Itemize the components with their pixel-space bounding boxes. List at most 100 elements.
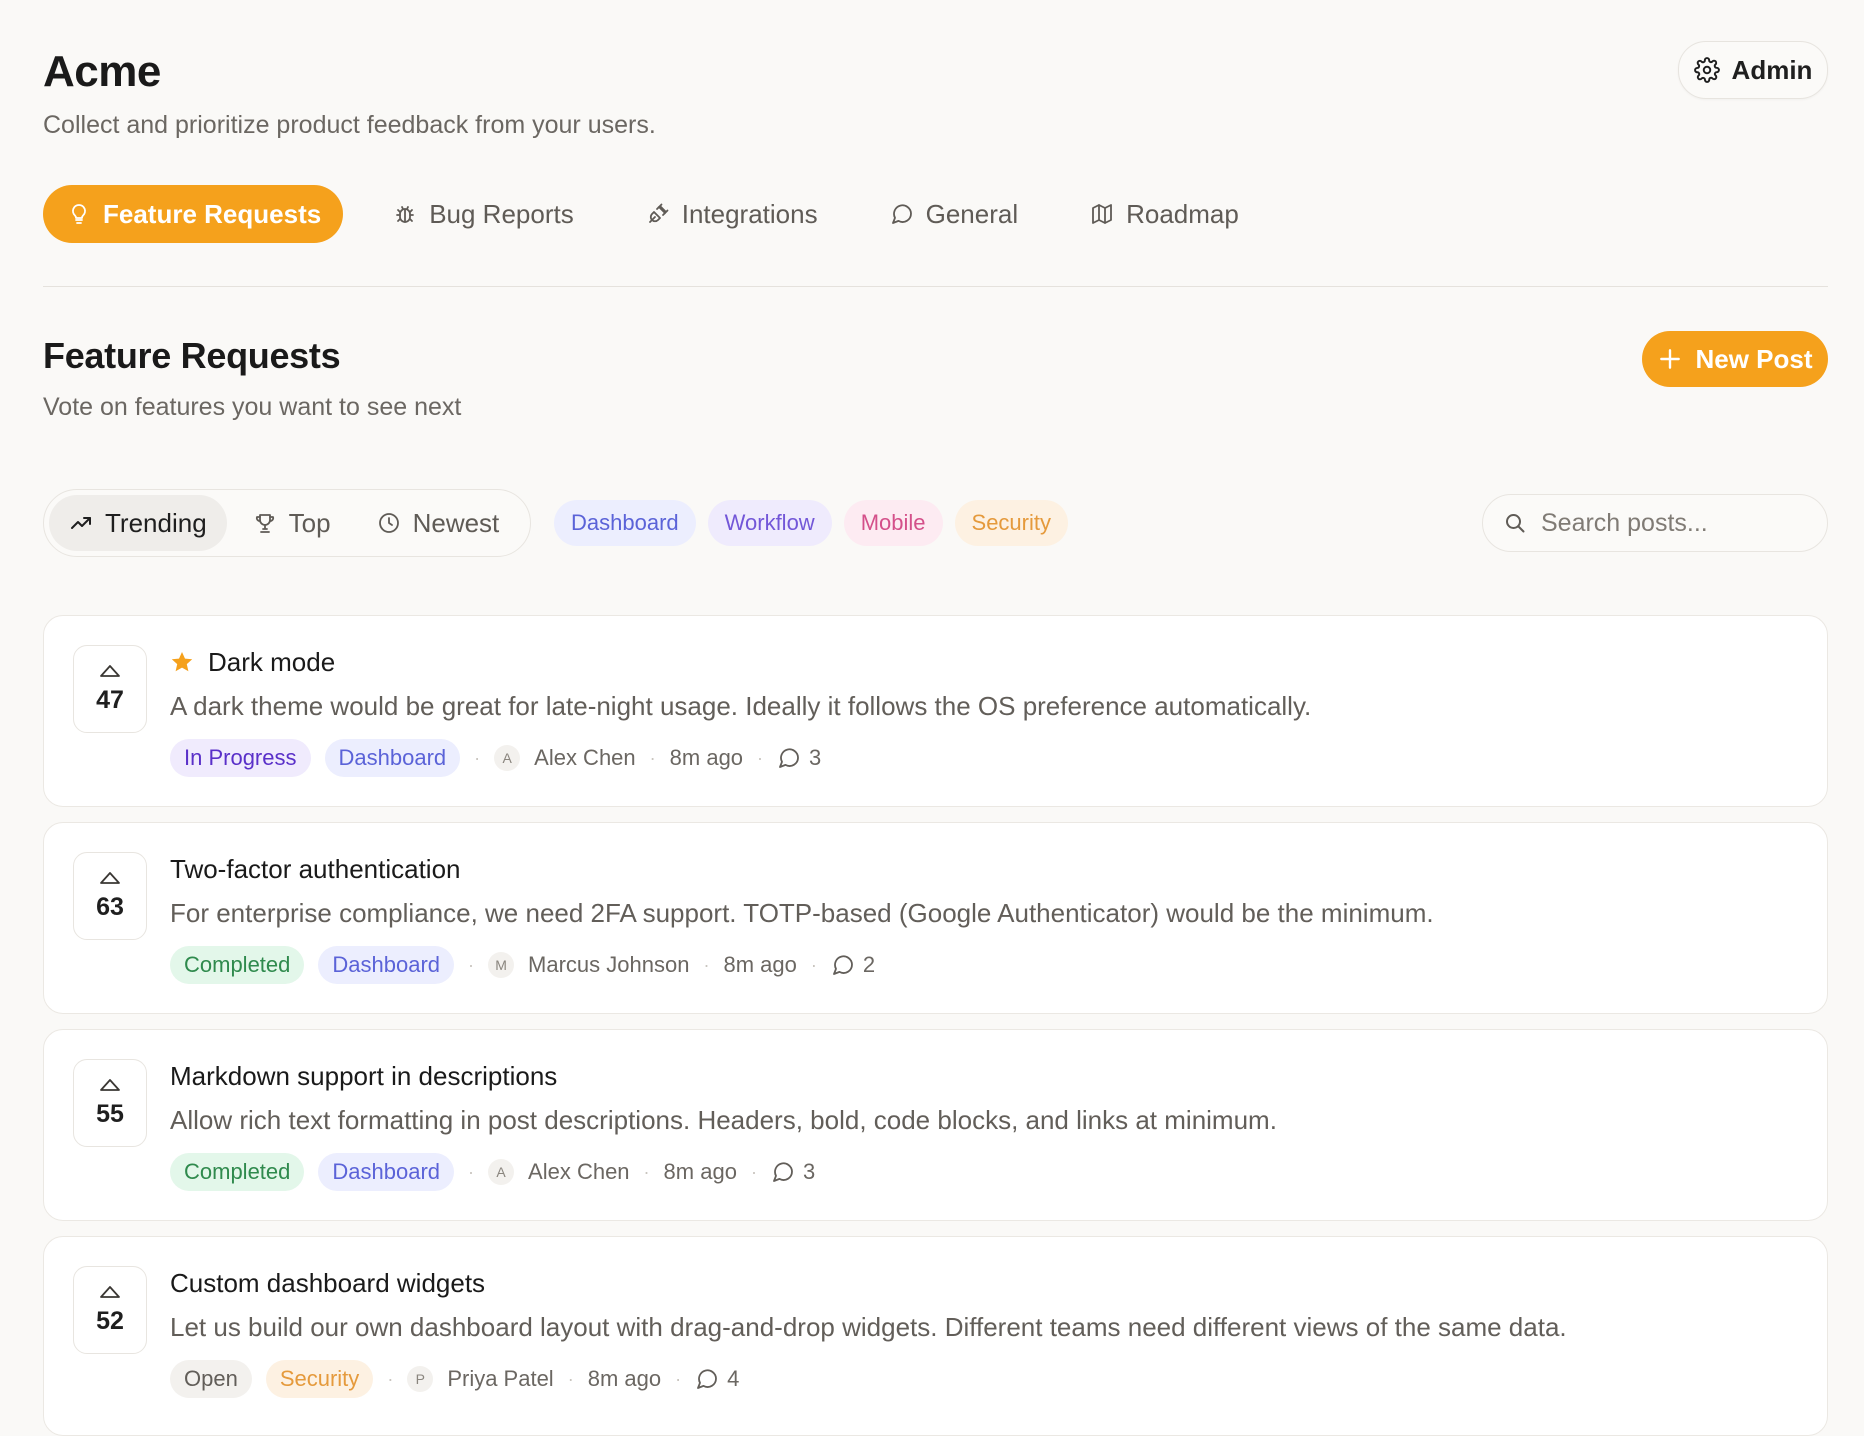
- status-badge: Completed: [170, 1153, 305, 1191]
- sort-newest[interactable]: Newest: [357, 495, 520, 551]
- new-post-label: New Post: [1695, 343, 1813, 374]
- comment-count[interactable]: 2: [831, 952, 875, 978]
- post-time: 8m ago: [587, 1366, 662, 1391]
- filter-chip-security[interactable]: Security: [954, 500, 1068, 546]
- tab-label: Integrations: [681, 198, 818, 229]
- sort-label: Trending: [105, 507, 207, 538]
- post-meta: Completed Dashboard · A Alex Chen · 8m a…: [170, 1153, 815, 1191]
- sort-trending[interactable]: Trending: [49, 495, 227, 551]
- comment-count[interactable]: 3: [771, 1159, 815, 1185]
- sort-label: Top: [288, 507, 331, 538]
- author-name: Alex Chen: [528, 1159, 630, 1184]
- author-name: Alex Chen: [534, 745, 636, 770]
- separator-dot: ·: [750, 1161, 757, 1182]
- vote-count: 47: [96, 685, 124, 714]
- post-description: A dark theme would be great for late-nig…: [170, 691, 1312, 721]
- clock-icon: [378, 513, 399, 533]
- category-badge: Security: [265, 1360, 374, 1398]
- trending-icon: [71, 517, 91, 529]
- upvote-button[interactable]: 55: [73, 1059, 147, 1147]
- post-time: 8m ago: [723, 952, 797, 977]
- search-box: [1482, 494, 1828, 552]
- new-post-button[interactable]: New Post: [1642, 331, 1828, 387]
- separator-dot: ·: [649, 747, 656, 768]
- post-title-row: Custom dashboard widgets: [170, 1265, 485, 1301]
- category-tabs: Feature Requests Bug Reports Integration…: [43, 185, 1261, 243]
- category-filters: Dashboard Workflow Mobile Security: [554, 500, 1068, 546]
- star-icon: [171, 652, 193, 672]
- trophy-icon: [255, 514, 274, 533]
- tab-bug-reports[interactable]: Bug Reports: [371, 185, 596, 243]
- post-time: 8m ago: [663, 1159, 737, 1184]
- avatar: P: [407, 1366, 434, 1392]
- post-title[interactable]: Custom dashboard widgets: [170, 1265, 485, 1301]
- post-description: Let us build our own dashboard layout wi…: [170, 1312, 1567, 1342]
- tab-label: Roadmap: [1126, 198, 1239, 229]
- comment-count-value: 3: [809, 745, 822, 770]
- upvote-button[interactable]: 47: [73, 645, 147, 733]
- sort-top[interactable]: Top: [233, 495, 351, 551]
- comment-count-value: 3: [802, 1159, 816, 1184]
- post-card[interactable]: 47 Dark mode A dark theme would be great…: [43, 615, 1828, 807]
- comment-count[interactable]: 3: [777, 745, 821, 771]
- comment-icon: [697, 1369, 717, 1389]
- tab-roadmap[interactable]: Roadmap: [1068, 185, 1261, 243]
- separator-dot: ·: [468, 954, 475, 975]
- tab-integrations[interactable]: Integrations: [624, 185, 840, 243]
- category-badge: Dashboard: [318, 946, 455, 984]
- plug-icon: [648, 203, 669, 223]
- post-title[interactable]: Two-factor authentication: [170, 851, 461, 887]
- filter-chip-dashboard[interactable]: Dashboard: [554, 500, 696, 546]
- post-title[interactable]: Dark mode: [208, 644, 335, 680]
- search-icon: [1506, 514, 1525, 533]
- comment-count-value: 2: [862, 952, 876, 977]
- avatar: A: [494, 745, 521, 771]
- admin-label: Admin: [1731, 54, 1813, 85]
- tab-general[interactable]: General: [868, 185, 1041, 243]
- comment-icon: [779, 748, 799, 768]
- separator-dot: ·: [387, 1368, 394, 1389]
- filter-chip-mobile[interactable]: Mobile: [843, 500, 943, 546]
- post-meta: In Progress Dashboard · A Alex Chen · 8m…: [170, 739, 821, 777]
- post-description: For enterprise compliance, we need 2FA s…: [170, 898, 1434, 928]
- author-name: Marcus Johnson: [528, 952, 690, 977]
- post-card[interactable]: 52 Custom dashboard widgets Let us build…: [43, 1236, 1828, 1436]
- status-badge: Completed: [170, 946, 305, 984]
- tab-feature-requests[interactable]: Feature Requests: [43, 185, 344, 243]
- separator-dot: ·: [468, 1161, 475, 1182]
- vote-count: 55: [96, 1099, 124, 1128]
- post-card[interactable]: 55 Markdown support in descriptions Allo…: [43, 1029, 1828, 1221]
- post-title-row: Two-factor authentication: [170, 851, 461, 887]
- post-card[interactable]: 63 Two-factor authentication For enterpr…: [43, 822, 1828, 1014]
- upvote-button[interactable]: 63: [73, 852, 147, 940]
- tab-label: General: [925, 198, 1019, 229]
- upvote-arrow-icon: [100, 871, 120, 884]
- separator-dot: ·: [567, 1368, 574, 1389]
- separator-dot: ·: [757, 747, 764, 768]
- category-badge: Dashboard: [318, 1153, 455, 1191]
- app-subtitle: Collect and prioritize product feedback …: [43, 111, 656, 139]
- bug-icon: [396, 206, 415, 223]
- post-time: 8m ago: [669, 745, 744, 770]
- comment-count-value: 4: [727, 1366, 740, 1391]
- separator-dot: ·: [643, 1161, 650, 1182]
- category-badge: Dashboard: [324, 739, 461, 777]
- post-meta: Open Security · P Priya Patel · 8m ago ·…: [170, 1360, 739, 1398]
- gear-icon: [1693, 57, 1720, 83]
- vote-count: 52: [96, 1306, 124, 1335]
- upvote-button[interactable]: 52: [73, 1266, 147, 1354]
- post-title[interactable]: Markdown support in descriptions: [170, 1058, 557, 1094]
- upvote-arrow-icon: [100, 1078, 120, 1091]
- comment-count[interactable]: 4: [695, 1366, 739, 1392]
- search-input[interactable]: [1539, 507, 1803, 539]
- lightbulb-icon: [72, 204, 86, 224]
- status-badge: Open: [170, 1360, 252, 1398]
- divider: [43, 286, 1828, 287]
- app-title: Acme: [43, 47, 161, 96]
- sort-toggle: Trending Top Newest: [43, 489, 531, 557]
- status-badge: In Progress: [170, 739, 311, 777]
- separator-dot: ·: [810, 954, 817, 975]
- section-subtitle: Vote on features you want to see next: [43, 393, 462, 421]
- filter-chip-workflow[interactable]: Workflow: [707, 500, 832, 546]
- admin-button[interactable]: Admin: [1678, 41, 1828, 99]
